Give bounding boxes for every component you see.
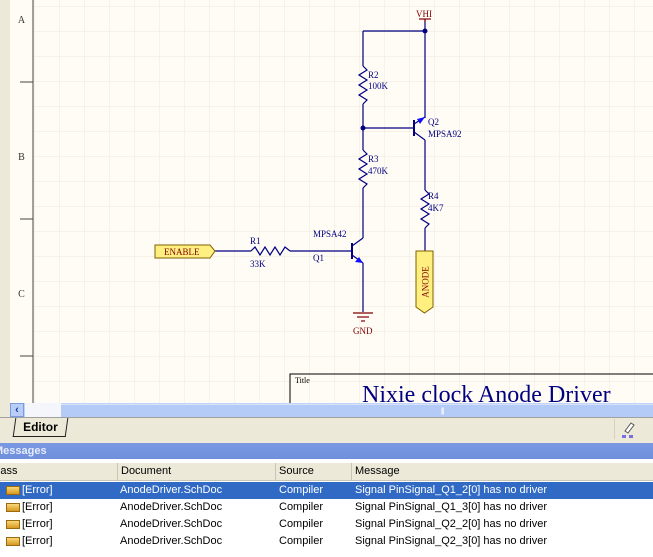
message-text: Signal PinSignal_Q2_2[0] has no driver	[355, 518, 548, 530]
message-document: AnodeDriver.SchDoc	[120, 484, 223, 496]
zone-label-b: B	[18, 152, 25, 163]
junction-dot	[360, 125, 366, 131]
message-source: Compiler	[279, 484, 324, 496]
grip-icon: |||	[441, 408, 445, 415]
column-class[interactable]: Class	[0, 463, 18, 480]
message-class: [Error]	[22, 484, 53, 496]
q2-value: MPSA92	[428, 129, 462, 139]
message-row[interactable]: [Error] AnodeDriver.SchDoc Compiler Signal …	[0, 482, 653, 499]
error-folder-icon	[6, 486, 20, 495]
message-text: Signal PinSignal_Q1_3[0] has no driver	[355, 501, 548, 513]
column-message[interactable]: Message	[351, 463, 400, 480]
q1-ref: Q1	[313, 253, 324, 263]
messages-column-header: Class Document Source Message	[0, 463, 653, 481]
message-source: Compiler	[279, 501, 324, 513]
title-block-value: Nixie clock Anode Driver	[362, 382, 611, 403]
r1-value: 33K	[250, 259, 266, 269]
q2-ref: Q2	[428, 117, 439, 127]
messages-title: Messages	[0, 445, 47, 457]
column-document[interactable]: Document	[117, 463, 171, 480]
messages-panel: Class Document Source Message [Error] Ano…	[0, 459, 653, 557]
message-row[interactable]: [Error] AnodeDriver.SchDoc Compiler Signal …	[0, 499, 653, 516]
eraser-icon	[622, 422, 635, 438]
error-folder-icon	[6, 520, 20, 529]
scroll-left-button[interactable]: ‹	[10, 403, 24, 417]
vhi-net-label: VHI	[416, 9, 432, 19]
schematic-drawing	[20, 0, 653, 403]
message-text: Signal PinSignal_Q1_2[0] has no driver	[355, 484, 548, 496]
r3-ref: R3	[368, 154, 379, 164]
message-row[interactable]: [Error] AnodeDriver.SchDoc Compiler Signal …	[0, 516, 653, 533]
anode-port[interactable]: ANODE	[421, 255, 431, 310]
junction-dot	[422, 28, 428, 34]
scroll-track	[25, 403, 61, 417]
messages-panel-header: Messages	[0, 443, 653, 459]
tab-label: Editor	[23, 420, 58, 434]
column-source[interactable]: Source	[275, 463, 314, 480]
r4-ref: R4	[428, 191, 439, 201]
enable-port[interactable]: ENABLE	[164, 247, 200, 257]
message-document: AnodeDriver.SchDoc	[120, 518, 223, 530]
message-text: Signal PinSignal_Q2_3[0] has no driver	[355, 535, 548, 547]
horizontal-scrollbar[interactable]: ‹ |||	[10, 403, 653, 417]
document-tab-bar: Editor	[0, 417, 653, 442]
message-class: [Error]	[22, 535, 53, 547]
r3-value: 470K	[368, 166, 388, 176]
schematic-canvas[interactable]: A B C .lbl{position:absolute;font-family…	[10, 0, 653, 403]
title-block-label: Title	[295, 376, 310, 385]
r2-value: 100K	[368, 81, 388, 91]
clear-messages-button[interactable]	[614, 419, 641, 439]
message-source: Compiler	[279, 535, 324, 547]
message-source: Compiler	[279, 518, 324, 530]
sheet-border	[20, 0, 34, 403]
message-document: AnodeDriver.SchDoc	[120, 501, 223, 513]
error-folder-icon	[6, 503, 20, 512]
zone-label-a: A	[17, 15, 26, 26]
message-class: [Error]	[22, 501, 53, 513]
tab-editor[interactable]: Editor	[12, 418, 69, 437]
gnd-net-label: GND	[353, 326, 373, 336]
message-document: AnodeDriver.SchDoc	[120, 535, 223, 547]
message-class: [Error]	[22, 518, 53, 530]
r1-ref: R1	[250, 236, 261, 246]
error-folder-icon	[6, 537, 20, 546]
zone-label-c: C	[18, 289, 25, 300]
q1-value: MPSA42	[313, 229, 347, 239]
message-row[interactable]: [Error] AnodeDriver.SchDoc Compiler Signal …	[0, 533, 653, 550]
scroll-thumb[interactable]: |||	[61, 404, 653, 417]
r4-value: 4K7	[428, 203, 444, 213]
r2-ref: R2	[368, 70, 379, 80]
